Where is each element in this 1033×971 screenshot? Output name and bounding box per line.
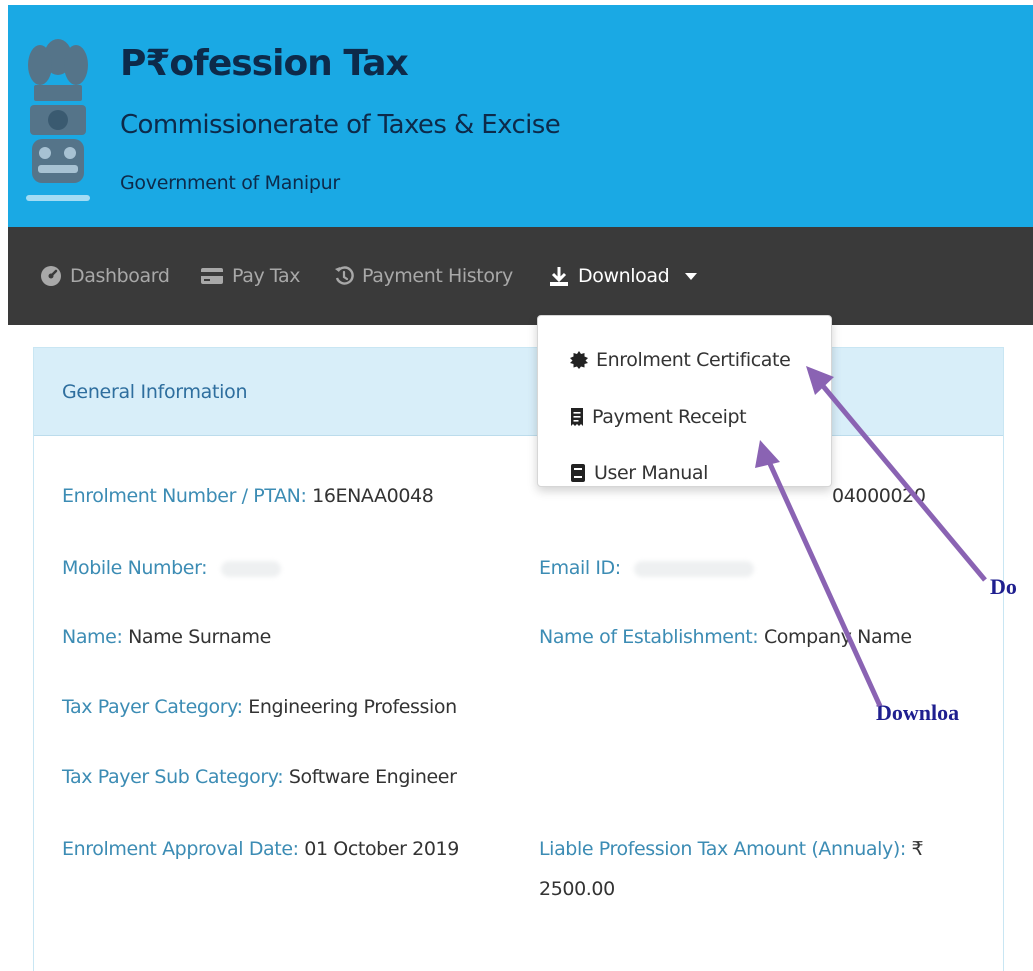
redacted-value: [634, 560, 755, 577]
history-icon: [335, 266, 354, 285]
field-sub-category: Tax Payer Sub Category: Software Enginee…: [62, 764, 457, 790]
field-value: 01 October 2019: [304, 838, 459, 860]
field-liable-amount-value: 2500.00: [539, 876, 615, 902]
field-value: 04000020: [832, 485, 926, 507]
field-value: Software Engineer: [288, 766, 457, 788]
nav-payment-history-label: Payment History: [362, 265, 513, 287]
caret-down-icon: [685, 272, 698, 280]
field-value: Name Surname: [128, 626, 271, 648]
general-info-panel: General Information: [33, 347, 1004, 971]
brand-subtitle: Commissionerate of Taxes & Excise: [120, 110, 561, 140]
field-value: Company Name: [763, 626, 912, 648]
field-liable-amount: Liable Profession Tax Amount (Annualy): …: [539, 836, 969, 862]
field-establishment: Name of Establishment: Company Name: [539, 624, 912, 650]
nav-pay-tax[interactable]: Pay Tax: [200, 262, 300, 290]
brand-government: Government of Manipur: [120, 172, 340, 194]
panel-heading-title: General Information: [62, 381, 248, 403]
field-label: Tax Payer Sub Category:: [62, 766, 284, 788]
download-icon: [550, 267, 568, 286]
field-name: Name: Name Surname: [62, 624, 271, 650]
emblem-logo: [26, 39, 90, 201]
menu-item-payment-receipt[interactable]: Payment Receipt: [570, 401, 747, 433]
menu-item-label: User Manual: [594, 462, 708, 484]
book-icon: [571, 464, 585, 482]
menu-item-user-manual[interactable]: User Manual: [570, 457, 708, 489]
nav-download-label: Download: [578, 265, 670, 287]
download-dropdown-menu: Enrolment Certificate Payment Receipt Us…: [537, 315, 832, 487]
field-mobile: Mobile Number:: [62, 555, 281, 581]
brand-title: P₹ofession Tax: [120, 43, 409, 84]
nav-download[interactable]: Download: [548, 262, 698, 290]
nav-dashboard[interactable]: Dashboard: [40, 262, 170, 290]
menu-item-enrolment-certificate[interactable]: Enrolment Certificate: [570, 344, 791, 376]
field-label: Name of Establishment:: [539, 626, 759, 648]
field-label: Mobile Number:: [62, 557, 208, 579]
field-label: Enrolment Number / PTAN:: [62, 485, 307, 507]
main-navbar: Dashboard Pay Tax Payment History Downlo…: [8, 227, 1033, 325]
credit-card-icon: [201, 268, 223, 284]
field-category: Tax Payer Category: Engineering Professi…: [62, 694, 457, 720]
annotation-label-1: Do: [990, 574, 1017, 599]
field-value: Engineering Profession: [248, 696, 457, 718]
field-value: 16ENAA0048: [312, 485, 434, 507]
panel-heading: General Information: [34, 348, 1003, 436]
nav-pay-tax-label: Pay Tax: [232, 265, 301, 287]
field-enrolment-number: Enrolment Number / PTAN: 16ENAA0048: [62, 483, 434, 509]
field-email: Email ID:: [539, 555, 755, 581]
field-label: Enrolment Approval Date:: [62, 838, 299, 860]
nav-dashboard-label: Dashboard: [70, 265, 170, 287]
field-value: 2500.00: [539, 878, 615, 900]
field-label: Name:: [62, 626, 123, 648]
menu-item-label: Payment Receipt: [592, 406, 747, 428]
field-label: Email ID:: [539, 557, 621, 579]
menu-item-label: Enrolment Certificate: [596, 349, 791, 371]
currency-symbol: ₹: [911, 838, 924, 860]
field-partial-value: 04000020: [832, 483, 926, 509]
site-header: P₹ofession Tax Commissionerate of Taxes …: [8, 5, 1033, 227]
annotation-label-2: Downloa: [876, 700, 960, 725]
field-label: Liable Profession Tax Amount (Annualy):: [539, 838, 906, 860]
field-label: Tax Payer Category:: [62, 696, 243, 718]
redacted-value: [220, 560, 281, 577]
receipt-icon: [571, 408, 583, 426]
field-approval-date: Enrolment Approval Date: 01 October 2019: [62, 836, 459, 862]
certificate-icon: [570, 351, 588, 369]
dashboard-icon: [41, 266, 61, 286]
nav-payment-history[interactable]: Payment History: [334, 262, 513, 290]
